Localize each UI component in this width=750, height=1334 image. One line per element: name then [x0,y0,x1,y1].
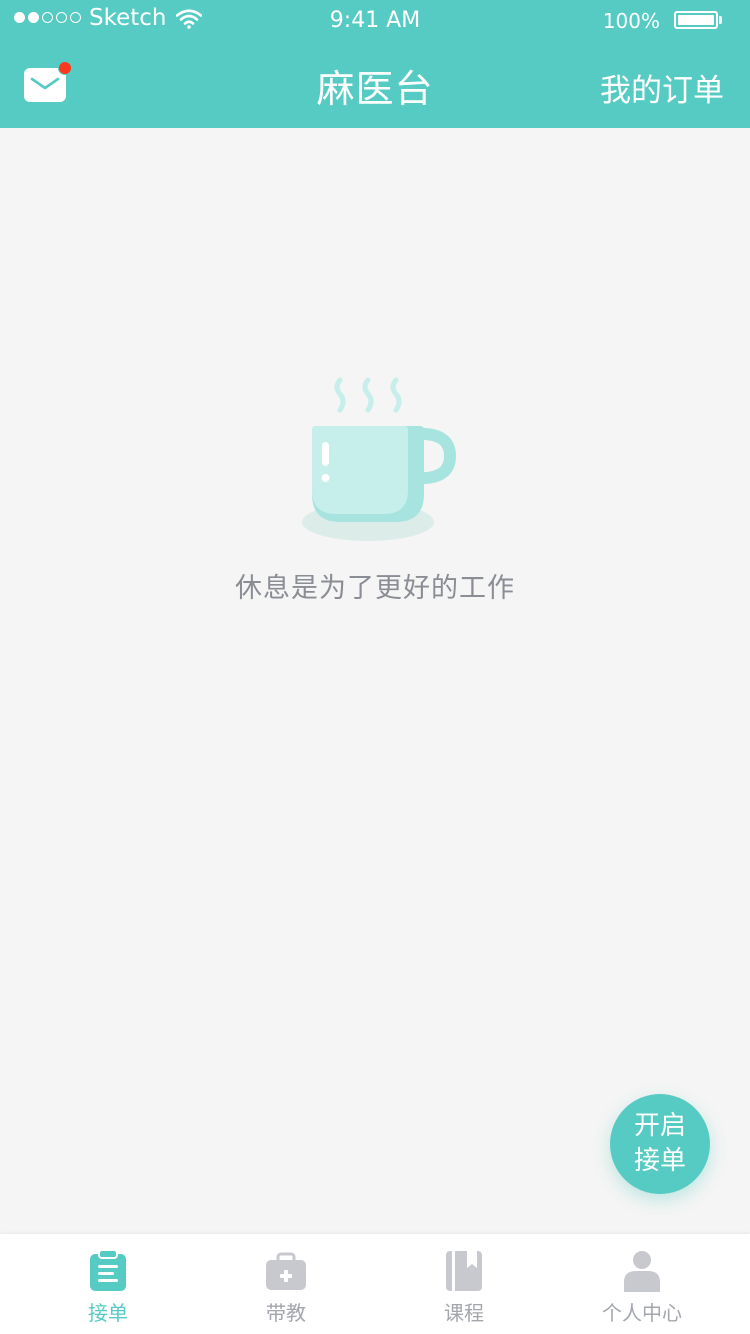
my-orders-link[interactable]: 我的订单 [600,65,724,110]
battery-tip [719,16,722,24]
tab-courses[interactable]: 课程 [374,1234,554,1334]
empty-state-message: 休息是为了更好的工作 [235,573,515,604]
tab-profile[interactable]: 个人中心 [552,1234,732,1334]
fab-label-line1: 开启 [633,1111,686,1141]
battery-icon [674,11,718,29]
tab-teaching[interactable]: 带教 [196,1234,376,1334]
person-icon [552,1250,732,1294]
tab-bar: 接单 带教 课程 个人中心 [0,1234,750,1334]
tab-label: 接单 [88,1301,128,1325]
tab-label: 带教 [266,1301,306,1325]
coffee-cup-icon [296,370,457,550]
tab-orders[interactable]: 接单 [18,1234,198,1334]
clipboard-icon [18,1250,198,1294]
tab-label: 个人中心 [602,1301,682,1325]
fab-label-line2: 接单 [633,1146,686,1176]
book-icon [374,1250,554,1294]
battery-percentage: 100% [602,9,660,33]
status-bar: Sketch 9:41 AM 100% [0,0,750,40]
start-taking-orders-button[interactable]: 开启 接单 [610,1094,710,1194]
app-header: Sketch 9:41 AM 100% 麻医台 我的订单 [0,0,750,128]
tab-label: 课程 [444,1301,484,1325]
medical-kit-icon [196,1250,376,1294]
